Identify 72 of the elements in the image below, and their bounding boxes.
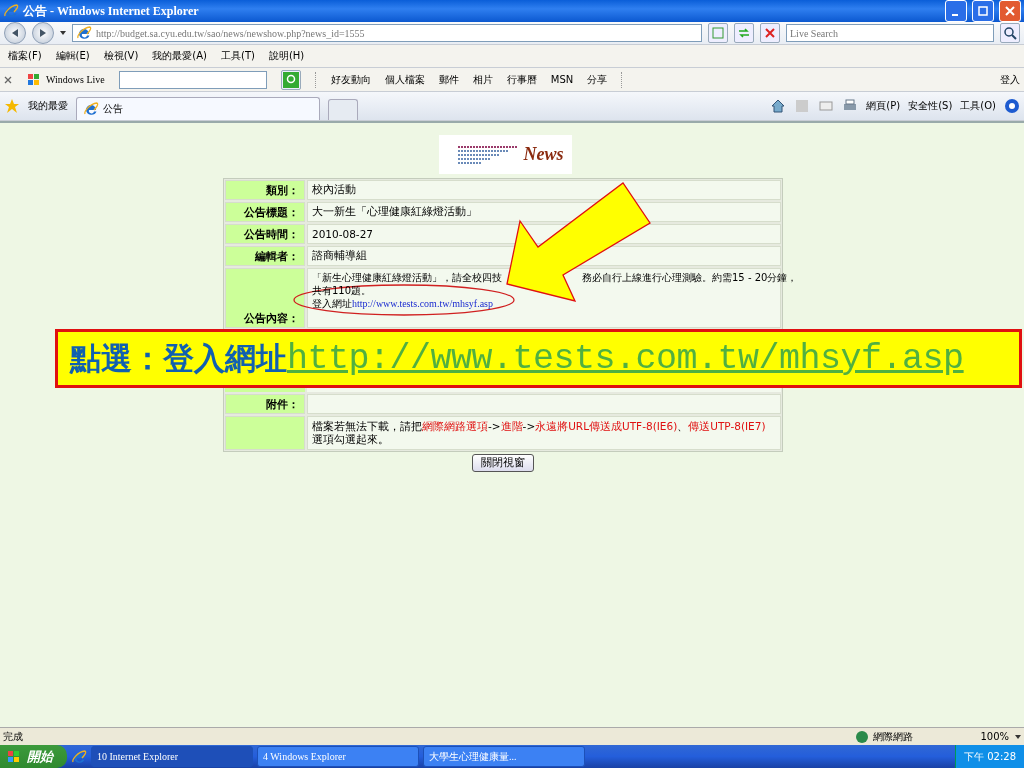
close-icon[interactable] (4, 75, 12, 84)
toolbar-link[interactable]: MSN (550, 74, 574, 85)
page-icon (76, 25, 92, 41)
close-window-button[interactable]: 關閉視窗 (472, 454, 534, 472)
dropdown-arrow-icon[interactable] (60, 31, 66, 35)
callout-label: 點選：登入網址 (70, 338, 287, 378)
ie-icon (3, 3, 19, 19)
close-icon (1005, 6, 1015, 16)
callout-url: http://www.tests.com.tw/mhsyf.asp (287, 338, 964, 379)
toolbar-link[interactable]: 個人檔案 (384, 72, 425, 87)
field-label: 編輯者： (225, 246, 305, 266)
taskbar-button[interactable]: 大學生心理健康量... (423, 746, 585, 767)
field-label: 類別： (225, 180, 305, 200)
menu-item[interactable]: 檢視(V) (103, 49, 139, 63)
live-search-field[interactable] (118, 70, 267, 89)
dot-grid-icon (457, 143, 518, 166)
home-icon[interactable] (770, 98, 787, 114)
menu-item[interactable]: 我的最愛(A) (152, 49, 207, 63)
content-text: 務必自行上線進行心理測驗。約需15 - 20分鐘， (582, 271, 798, 284)
toolbar-link[interactable]: 相片 (472, 72, 493, 87)
favorites-button[interactable]: 我的最愛 (28, 99, 68, 113)
menu-item[interactable]: 檔案(F) (8, 49, 42, 63)
command-menu[interactable]: 工具(O) (960, 99, 996, 113)
news-logo: News (438, 135, 572, 174)
back-arrow-icon (11, 29, 19, 37)
command-menu[interactable]: 網頁(P) (866, 99, 901, 113)
field-value: 校內活動 (307, 180, 781, 200)
command-menu[interactable]: 安全性(S) (908, 99, 953, 113)
sign-in-link[interactable]: 登入 (1000, 72, 1020, 87)
dropdown-arrow-icon[interactable] (1015, 734, 1021, 739)
taskbar-button[interactable]: 10 Internet Explorer (91, 746, 253, 767)
toolbar-link[interactable]: 好友動向 (330, 72, 371, 87)
close-button[interactable] (999, 0, 1021, 22)
menu-item[interactable]: 工具(T) (221, 49, 255, 63)
toolbar-link[interactable]: 分享 (587, 72, 608, 87)
page-icon (83, 101, 99, 117)
zoom-level[interactable]: 100% (980, 731, 1009, 742)
search-field[interactable]: Live Search (786, 24, 994, 42)
minimize-icon (951, 13, 958, 16)
forward-arrow-icon (39, 29, 47, 37)
start-button[interactable]: 開始 (0, 745, 67, 768)
windows-logo-icon (6, 748, 22, 765)
taskbar-button[interactable]: 4 Windows Explorer (257, 746, 419, 767)
forward-button[interactable] (32, 22, 54, 44)
field-label: 附件： (225, 394, 305, 414)
field-label: 公告內容： (225, 268, 305, 328)
toolbar-link[interactable]: 郵件 (438, 72, 459, 87)
favorites-star-icon[interactable] (4, 98, 20, 114)
quick-launch-icon (71, 748, 87, 765)
clock: 下午 02:28 (964, 749, 1016, 764)
menu-item[interactable]: 說明(H) (268, 49, 305, 63)
toolbar-link[interactable]: 行事曆 (506, 72, 537, 87)
window-title: 公告 - Windows Internet Explorer (23, 2, 200, 20)
field-label: 公告時間： (225, 224, 305, 244)
maximize-icon (978, 6, 988, 16)
search-button[interactable] (1000, 23, 1020, 43)
menu-item[interactable]: 編輯(E) (55, 49, 90, 63)
minimize-button[interactable] (945, 0, 967, 22)
test-link[interactable]: http://www.tests.com.tw/mhsyf.asp (352, 297, 493, 310)
windows-logo-icon (26, 71, 42, 88)
zone-indicator: 網際網路 (854, 728, 975, 745)
content-text: 登入網址 (312, 297, 352, 310)
back-button[interactable] (4, 22, 26, 44)
status-text: 完成 (3, 729, 24, 744)
field-label: 公告標題： (225, 202, 305, 222)
download-note: 檔案若無法下載，請把網際網路選項->進階->永遠將URL傳送成UTF-8(IE6)、傳送UTP-8(IE7) 選項勾選起來。 (307, 416, 781, 450)
content-text: 「新生心理健康紅綠燈活動」，請全校四技 (312, 271, 502, 284)
browser-tab[interactable]: 公告 (76, 97, 320, 120)
stop-button[interactable] (760, 23, 780, 43)
maximize-button[interactable] (972, 0, 994, 22)
windows-live-link[interactable]: Windows Live (26, 71, 105, 88)
address-field[interactable]: http://budget.sa.cyu.edu.tw/sao/news/newshow.php?news_id=1555 (72, 24, 702, 42)
